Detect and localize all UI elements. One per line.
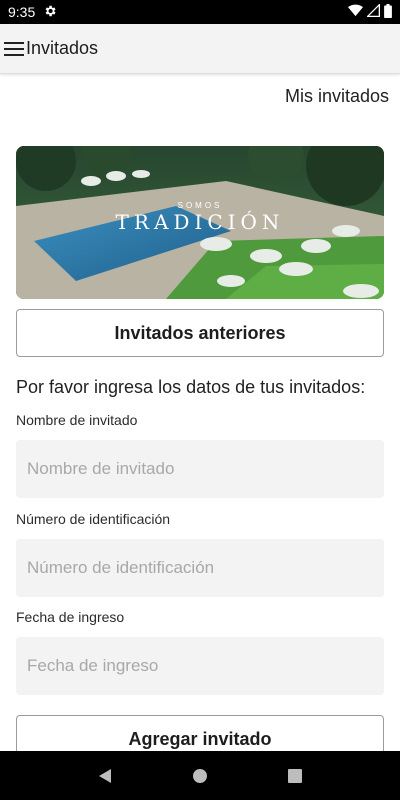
banner-title: TRADICIÓN — [115, 210, 285, 234]
fecha-ingreso-label: Fecha de ingreso — [16, 609, 125, 625]
banner-image: SOMOS TRADICIÓN — [16, 146, 384, 299]
form-instructions: Por favor ingresa los datos de tus invit… — [16, 377, 366, 397]
page-title: Invitados — [26, 38, 99, 58]
recents-icon[interactable] — [280, 761, 310, 791]
back-icon[interactable] — [90, 761, 120, 791]
banner-subtitle: SOMOS — [177, 201, 223, 210]
battery-icon — [384, 3, 392, 21]
invitados-anteriores-button[interactable]: Invitados anteriores — [16, 309, 384, 357]
status-time: 9:35 — [8, 4, 36, 20]
fecha-ingreso-input[interactable] — [16, 637, 384, 695]
home-icon[interactable] — [185, 761, 215, 791]
app-bar: Invitados — [0, 24, 400, 74]
numero-identificacion-input[interactable] — [16, 539, 384, 597]
navigation-bar — [0, 751, 400, 800]
status-bar: 9:35 — [0, 0, 400, 24]
numero-identificacion-label: Número de identificación — [16, 511, 171, 527]
nombre-label: Nombre de invitado — [16, 412, 138, 428]
nombre-input[interactable] — [16, 440, 384, 498]
signal-icon — [366, 3, 380, 20]
hamburger-menu-icon[interactable] — [2, 24, 26, 74]
settings-icon — [43, 4, 57, 21]
mis-invitados-link[interactable]: Mis invitados — [285, 86, 389, 107]
wifi-icon — [348, 4, 363, 20]
status-icons — [348, 3, 392, 21]
